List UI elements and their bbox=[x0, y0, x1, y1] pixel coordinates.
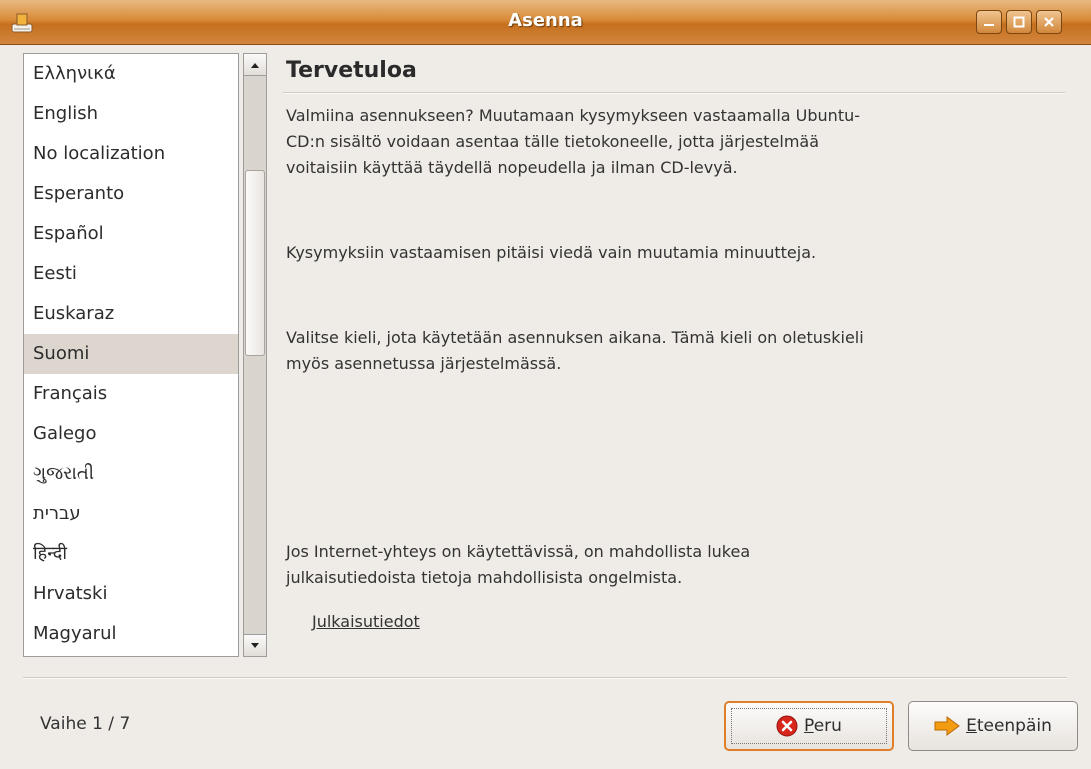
language-list[interactable]: Ελληνικά English No localization Esperanto E… bbox=[23, 53, 239, 657]
language-list-scrollbar[interactable] bbox=[243, 53, 267, 657]
title-bar[interactable]: Asenna bbox=[0, 0, 1091, 45]
minimize-icon bbox=[984, 24, 994, 26]
language-item[interactable]: Euskaraz bbox=[24, 294, 238, 334]
internet-note-text: Jos Internet-yhteys on käytettävissä, on… bbox=[286, 542, 751, 587]
time-note-text: Kysymyksiin vastaamisen pitäisi viedä va… bbox=[286, 243, 817, 262]
language-item[interactable]: English bbox=[24, 94, 238, 134]
release-notes-link[interactable]: Julkaisutiedot bbox=[312, 612, 420, 631]
intro-text: Valmiina asennukseen? Muutamaan kysymyks… bbox=[286, 106, 860, 177]
maximize-button[interactable] bbox=[1006, 10, 1032, 34]
language-item[interactable]: ગુજરાતી bbox=[24, 454, 238, 494]
scrollbar-thumb[interactable] bbox=[245, 170, 265, 356]
language-item[interactable]: Magyarul bbox=[24, 614, 238, 654]
forward-button-label: Eteenpäin bbox=[966, 716, 1052, 736]
maximize-icon bbox=[1013, 16, 1025, 28]
installer-window: Asenna Ελληνικά English No localization Esp… bbox=[0, 0, 1091, 769]
language-item[interactable]: Français bbox=[24, 374, 238, 414]
language-item[interactable]: Esperanto bbox=[24, 174, 238, 214]
language-item[interactable]: Hrvatski bbox=[24, 574, 238, 614]
close-button[interactable] bbox=[1036, 10, 1062, 34]
language-item-selected[interactable]: Suomi bbox=[24, 334, 238, 374]
forward-button[interactable]: Eteenpäin bbox=[908, 701, 1078, 751]
language-item[interactable]: No localization bbox=[24, 134, 238, 174]
page-title: Tervetuloa bbox=[286, 58, 417, 83]
scroll-down-button[interactable] bbox=[244, 634, 266, 656]
divider bbox=[283, 92, 1065, 94]
step-indicator: Vaihe 1 / 7 bbox=[40, 714, 131, 734]
language-item[interactable]: Ελληνικά bbox=[24, 54, 238, 94]
scroll-up-button[interactable] bbox=[244, 54, 266, 76]
language-item[interactable]: Español bbox=[24, 214, 238, 254]
language-item[interactable]: עברית bbox=[24, 494, 238, 534]
focus-ring bbox=[731, 708, 887, 744]
minimize-button[interactable] bbox=[976, 10, 1002, 34]
cancel-button[interactable]: Peru bbox=[724, 701, 894, 751]
language-item[interactable]: Galego bbox=[24, 414, 238, 454]
window-title: Asenna bbox=[508, 10, 583, 31]
forward-arrow-icon bbox=[934, 716, 960, 736]
language-item[interactable]: Eesti bbox=[24, 254, 238, 294]
arrow-down-icon bbox=[251, 642, 259, 648]
language-item[interactable]: हिन्दी bbox=[24, 534, 238, 574]
arrow-up-icon bbox=[251, 62, 259, 68]
language-note-text: Valitse kieli, jota käytetään asennuksen… bbox=[286, 328, 864, 373]
close-icon bbox=[1044, 17, 1054, 27]
footer-divider bbox=[23, 677, 1067, 679]
